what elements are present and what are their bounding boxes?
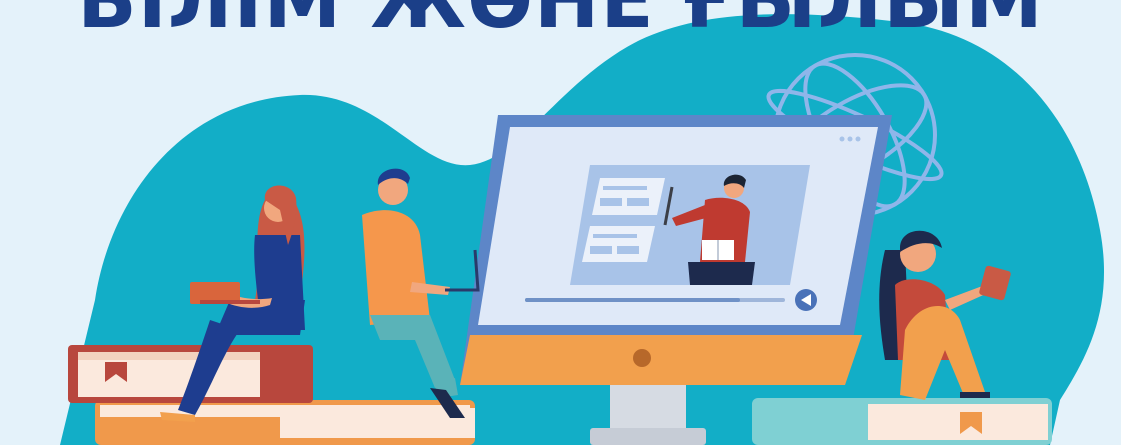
more-dots-icon xyxy=(839,136,861,142)
book-right xyxy=(752,398,1052,445)
headline-title: БІЛІМ ЖӘНЕ ҒЫЛЫМ xyxy=(77,0,1044,46)
banner: БІЛІМ ЖӘНЕ ҒЫЛЫМ xyxy=(0,0,1121,445)
progress-fill xyxy=(525,298,740,302)
play-back-icon xyxy=(795,289,817,311)
monitor-camera xyxy=(633,349,651,367)
illustration xyxy=(60,14,1104,445)
